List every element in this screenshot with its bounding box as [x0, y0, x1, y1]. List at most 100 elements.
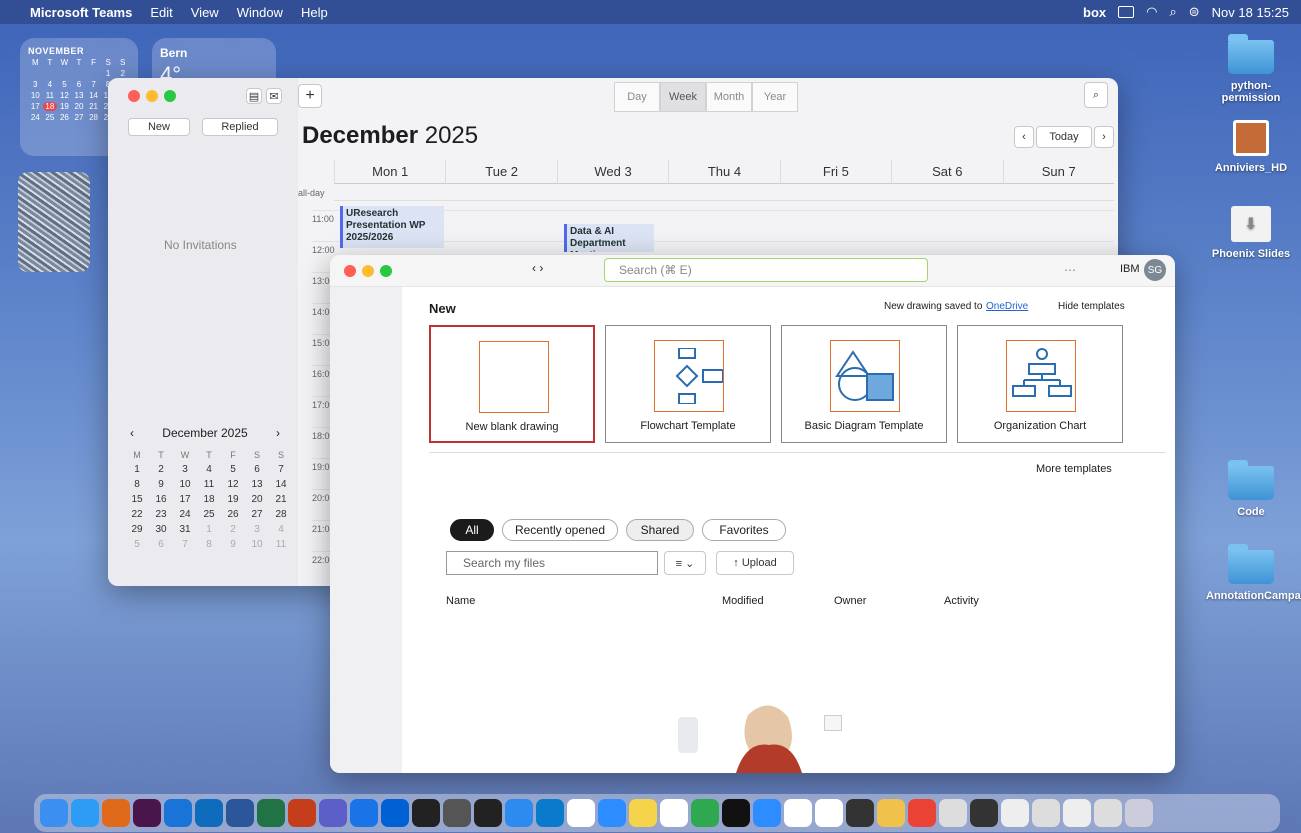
mini-day[interactable]: 16 — [150, 494, 172, 505]
day-header[interactable]: Fri 5 — [779, 160, 892, 184]
search-input[interactable]: Search (⌘ E) — [604, 258, 928, 282]
onepassword-icon[interactable] — [350, 799, 378, 827]
mini-day[interactable]: 25 — [198, 509, 220, 520]
control-center-icon[interactable]: ⊜ — [1189, 4, 1200, 20]
wb-minimize-icon[interactable] — [362, 265, 374, 277]
more-templates-link[interactable]: More templates — [1036, 463, 1112, 475]
column-name[interactable]: Name — [446, 595, 475, 607]
upload-button[interactable]: ↑ Upload — [716, 551, 794, 575]
powerpoint-icon[interactable] — [288, 799, 316, 827]
mini-day[interactable]: 19 — [222, 494, 244, 505]
mini-day[interactable]: 9 — [150, 479, 172, 490]
calendar-icon[interactable] — [567, 799, 595, 827]
vscode-icon[interactable] — [536, 799, 564, 827]
avatar[interactable]: SG — [1144, 259, 1166, 281]
tab-day[interactable]: Day — [614, 82, 660, 112]
mini-day[interactable]: 5 — [222, 464, 244, 475]
event-data-ai-meeting[interactable]: Data & AI Department Meeti... — [564, 224, 654, 252]
chrome-icon[interactable] — [908, 799, 936, 827]
wb-close-icon[interactable] — [344, 265, 356, 277]
firefox-icon[interactable] — [102, 799, 130, 827]
teams-icon[interactable] — [319, 799, 347, 827]
slack-icon[interactable] — [133, 799, 161, 827]
mini-day[interactable]: 4 — [198, 464, 220, 475]
textedit-icon[interactable] — [784, 799, 812, 827]
day-header[interactable]: Mon 1 — [334, 160, 446, 184]
menu-help[interactable]: Help — [301, 5, 328, 20]
outlook-icon[interactable] — [195, 799, 223, 827]
mini-day[interactable]: 1 — [126, 464, 148, 475]
zoom-window-icon[interactable] — [164, 90, 176, 102]
mini-prev-icon[interactable]: ‹ — [130, 426, 134, 440]
sidebar-toggle-icon[interactable]: ▤ — [246, 88, 262, 104]
template-card[interactable]: Flowchart Template — [605, 325, 771, 443]
desktop-file-phoenix[interactable]: ⬇ Phoenix Slides — [1206, 206, 1296, 260]
chatgpt-app-icon[interactable] — [846, 799, 874, 827]
onedrive-icon[interactable] — [164, 799, 192, 827]
mini-day[interactable]: 22 — [126, 509, 148, 520]
search-icon[interactable]: ⌕ — [1169, 4, 1176, 20]
box-icon[interactable] — [381, 799, 409, 827]
battery-icon[interactable] — [1118, 6, 1135, 18]
mini-day[interactable]: 4 — [270, 524, 292, 535]
mini-day[interactable]: 23 — [150, 509, 172, 520]
box-status-icon[interactable]: box — [1083, 5, 1106, 20]
sort-filter-button[interactable]: ≡ ⌄ — [664, 551, 706, 575]
back-forward-icons[interactable]: ‹ › — [532, 261, 568, 279]
window-thumb-icon[interactable] — [970, 799, 998, 827]
day-header[interactable]: Wed 3 — [556, 160, 669, 184]
finder-icon[interactable] — [40, 799, 68, 827]
mini-day[interactable]: 29 — [126, 524, 148, 535]
mini-day[interactable]: 14 — [270, 479, 292, 490]
mini-day[interactable]: 7 — [270, 464, 292, 475]
minimize-window-icon[interactable] — [146, 90, 158, 102]
filter-all[interactable]: All — [450, 519, 494, 541]
menu-view[interactable]: View — [191, 5, 219, 20]
mini-day[interactable]: 13 — [246, 479, 268, 490]
desktop-folder-code[interactable]: Code — [1206, 460, 1296, 518]
template-card[interactable]: Basic Diagram Template — [781, 325, 947, 443]
tab-month[interactable]: Month — [706, 82, 752, 112]
search-calendar-icon[interactable]: ⌕ — [1084, 82, 1108, 108]
mini-day[interactable]: 27 — [246, 509, 268, 520]
day-header[interactable]: Tue 2 — [445, 160, 557, 184]
safari-icon[interactable] — [71, 799, 99, 827]
window-thumb-icon[interactable] — [1094, 799, 1122, 827]
menu-edit[interactable]: Edit — [150, 5, 172, 20]
hide-templates-button[interactable]: Hide templates — [1058, 301, 1125, 312]
menu-window[interactable]: Window — [237, 5, 283, 20]
event-uresearch[interactable]: UResearch Presentation WP 2025/2026 — [340, 206, 444, 248]
menu-app-name[interactable]: Microsoft Teams — [30, 5, 132, 20]
zoom-meet-icon[interactable] — [598, 799, 626, 827]
mini-day[interactable]: 10 — [246, 539, 268, 550]
window-thumb-icon[interactable] — [1001, 799, 1029, 827]
preview-icon[interactable] — [877, 799, 905, 827]
window-thumb-icon[interactable] — [1032, 799, 1060, 827]
day-header[interactable]: Sat 6 — [891, 160, 1003, 184]
mini-day[interactable]: 10 — [174, 479, 196, 490]
mini-day[interactable]: 6 — [246, 464, 268, 475]
filter-shared[interactable]: Shared — [626, 519, 694, 541]
mini-day[interactable]: 17 — [174, 494, 196, 505]
mini-next-icon[interactable]: › — [276, 426, 280, 440]
close-window-icon[interactable] — [128, 90, 140, 102]
notes-icon[interactable] — [629, 799, 657, 827]
mini-day[interactable]: 3 — [246, 524, 268, 535]
search-files-input[interactable]: Search my files — [446, 551, 658, 575]
python-icon[interactable] — [660, 799, 688, 827]
template-card[interactable]: Organization Chart — [957, 325, 1123, 443]
prev-week-button[interactable]: ‹ — [1014, 126, 1034, 148]
mini-day[interactable]: 28 — [270, 509, 292, 520]
mini-day[interactable]: 21 — [270, 494, 292, 505]
mini-day[interactable]: 20 — [246, 494, 268, 505]
word-icon[interactable] — [226, 799, 254, 827]
mini-day[interactable]: 24 — [174, 509, 196, 520]
onedrive-link[interactable]: OneDrive — [986, 301, 1028, 312]
mini-day[interactable]: 31 — [174, 524, 196, 535]
zoom-icon[interactable] — [753, 799, 781, 827]
day-header[interactable]: Thu 4 — [668, 160, 780, 184]
column-activity[interactable]: Activity — [944, 595, 979, 607]
replied-filter-button[interactable]: Replied — [202, 118, 278, 136]
window-thumb-icon[interactable] — [1063, 799, 1091, 827]
mini-day[interactable]: 18 — [198, 494, 220, 505]
